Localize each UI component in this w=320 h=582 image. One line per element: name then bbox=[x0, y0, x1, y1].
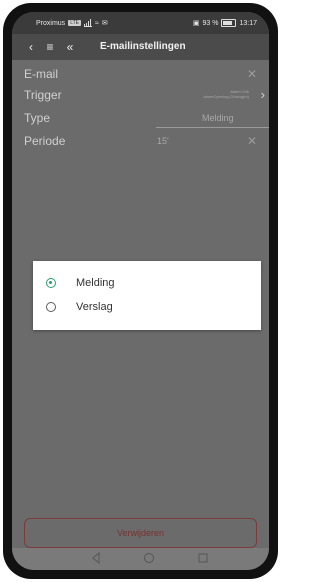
hamburger-icon[interactable]: ≡ bbox=[43, 39, 57, 55]
trigger-value-line2: alarmOpening,Closing(m) bbox=[203, 94, 249, 99]
clock: 13:17 bbox=[239, 19, 257, 27]
periode-row[interactable]: Periode 15' ✕ bbox=[12, 131, 269, 153]
back-arrow-icon[interactable]: ‹ bbox=[24, 39, 38, 55]
chevron-right-icon[interactable]: › bbox=[261, 87, 265, 102]
battery-percent: 93 % bbox=[202, 19, 219, 27]
type-underline bbox=[156, 127, 269, 128]
phone-frame: Proximus LTE ≈ ✉ ▣ 93 % 13:17 ‹ ≡ « E-ma… bbox=[3, 3, 278, 579]
trigger-row[interactable]: Trigger Alarm Vdb alarmOpening,Closing(m… bbox=[12, 85, 269, 107]
status-right: ▣ 93 % 13:17 bbox=[193, 19, 257, 27]
clear-email-icon[interactable]: ✕ bbox=[247, 67, 257, 81]
circle-home-icon[interactable] bbox=[143, 552, 155, 564]
battery-icon bbox=[221, 19, 237, 27]
type-selection-dialog: Melding Verslag bbox=[33, 261, 261, 330]
message-icon: ✉ bbox=[101, 20, 108, 27]
status-bar: Proximus LTE ≈ ✉ ▣ 93 % 13:17 bbox=[12, 12, 269, 34]
radio-unselected-icon[interactable] bbox=[46, 302, 56, 312]
periode-value: 15' bbox=[157, 136, 169, 146]
wifi-icon: ≈ bbox=[95, 19, 99, 27]
page-title: E-mailinstellingen bbox=[100, 41, 186, 52]
email-row[interactable]: E-mail ✕ bbox=[12, 64, 269, 86]
option-verslag[interactable]: Verslag bbox=[33, 296, 261, 320]
option-label: Melding bbox=[76, 277, 115, 289]
status-left: Proximus LTE ≈ ✉ bbox=[36, 19, 108, 27]
option-melding[interactable]: Melding bbox=[33, 272, 261, 296]
square-recent-icon[interactable] bbox=[197, 552, 209, 564]
clear-periode-icon[interactable]: ✕ bbox=[247, 134, 257, 148]
carrier-badge: LTE bbox=[68, 20, 81, 26]
periode-label: Periode bbox=[24, 134, 66, 148]
double-chevron-left-icon[interactable]: « bbox=[63, 39, 77, 55]
option-label: Verslag bbox=[76, 301, 113, 313]
nfc-icon: ▣ bbox=[192, 20, 200, 27]
type-label: Type bbox=[24, 111, 51, 125]
screen: Proximus LTE ≈ ✉ ▣ 93 % 13:17 ‹ ≡ « E-ma… bbox=[12, 12, 269, 570]
carrier-name: Proximus bbox=[36, 19, 66, 27]
triangle-back-icon[interactable] bbox=[90, 552, 102, 564]
signal-icon bbox=[84, 19, 92, 27]
trigger-label: Trigger bbox=[24, 88, 62, 102]
delete-button[interactable]: Verwijderen bbox=[24, 518, 257, 548]
trigger-value: Alarm Vdb alarmOpening,Closing(m) bbox=[203, 89, 249, 99]
system-nav-bar bbox=[12, 548, 269, 570]
email-label: E-mail bbox=[24, 67, 59, 81]
toolbar: ‹ ≡ « E-mailinstellingen bbox=[12, 34, 269, 60]
radio-selected-icon[interactable] bbox=[46, 278, 56, 288]
type-value: Melding bbox=[202, 113, 234, 123]
